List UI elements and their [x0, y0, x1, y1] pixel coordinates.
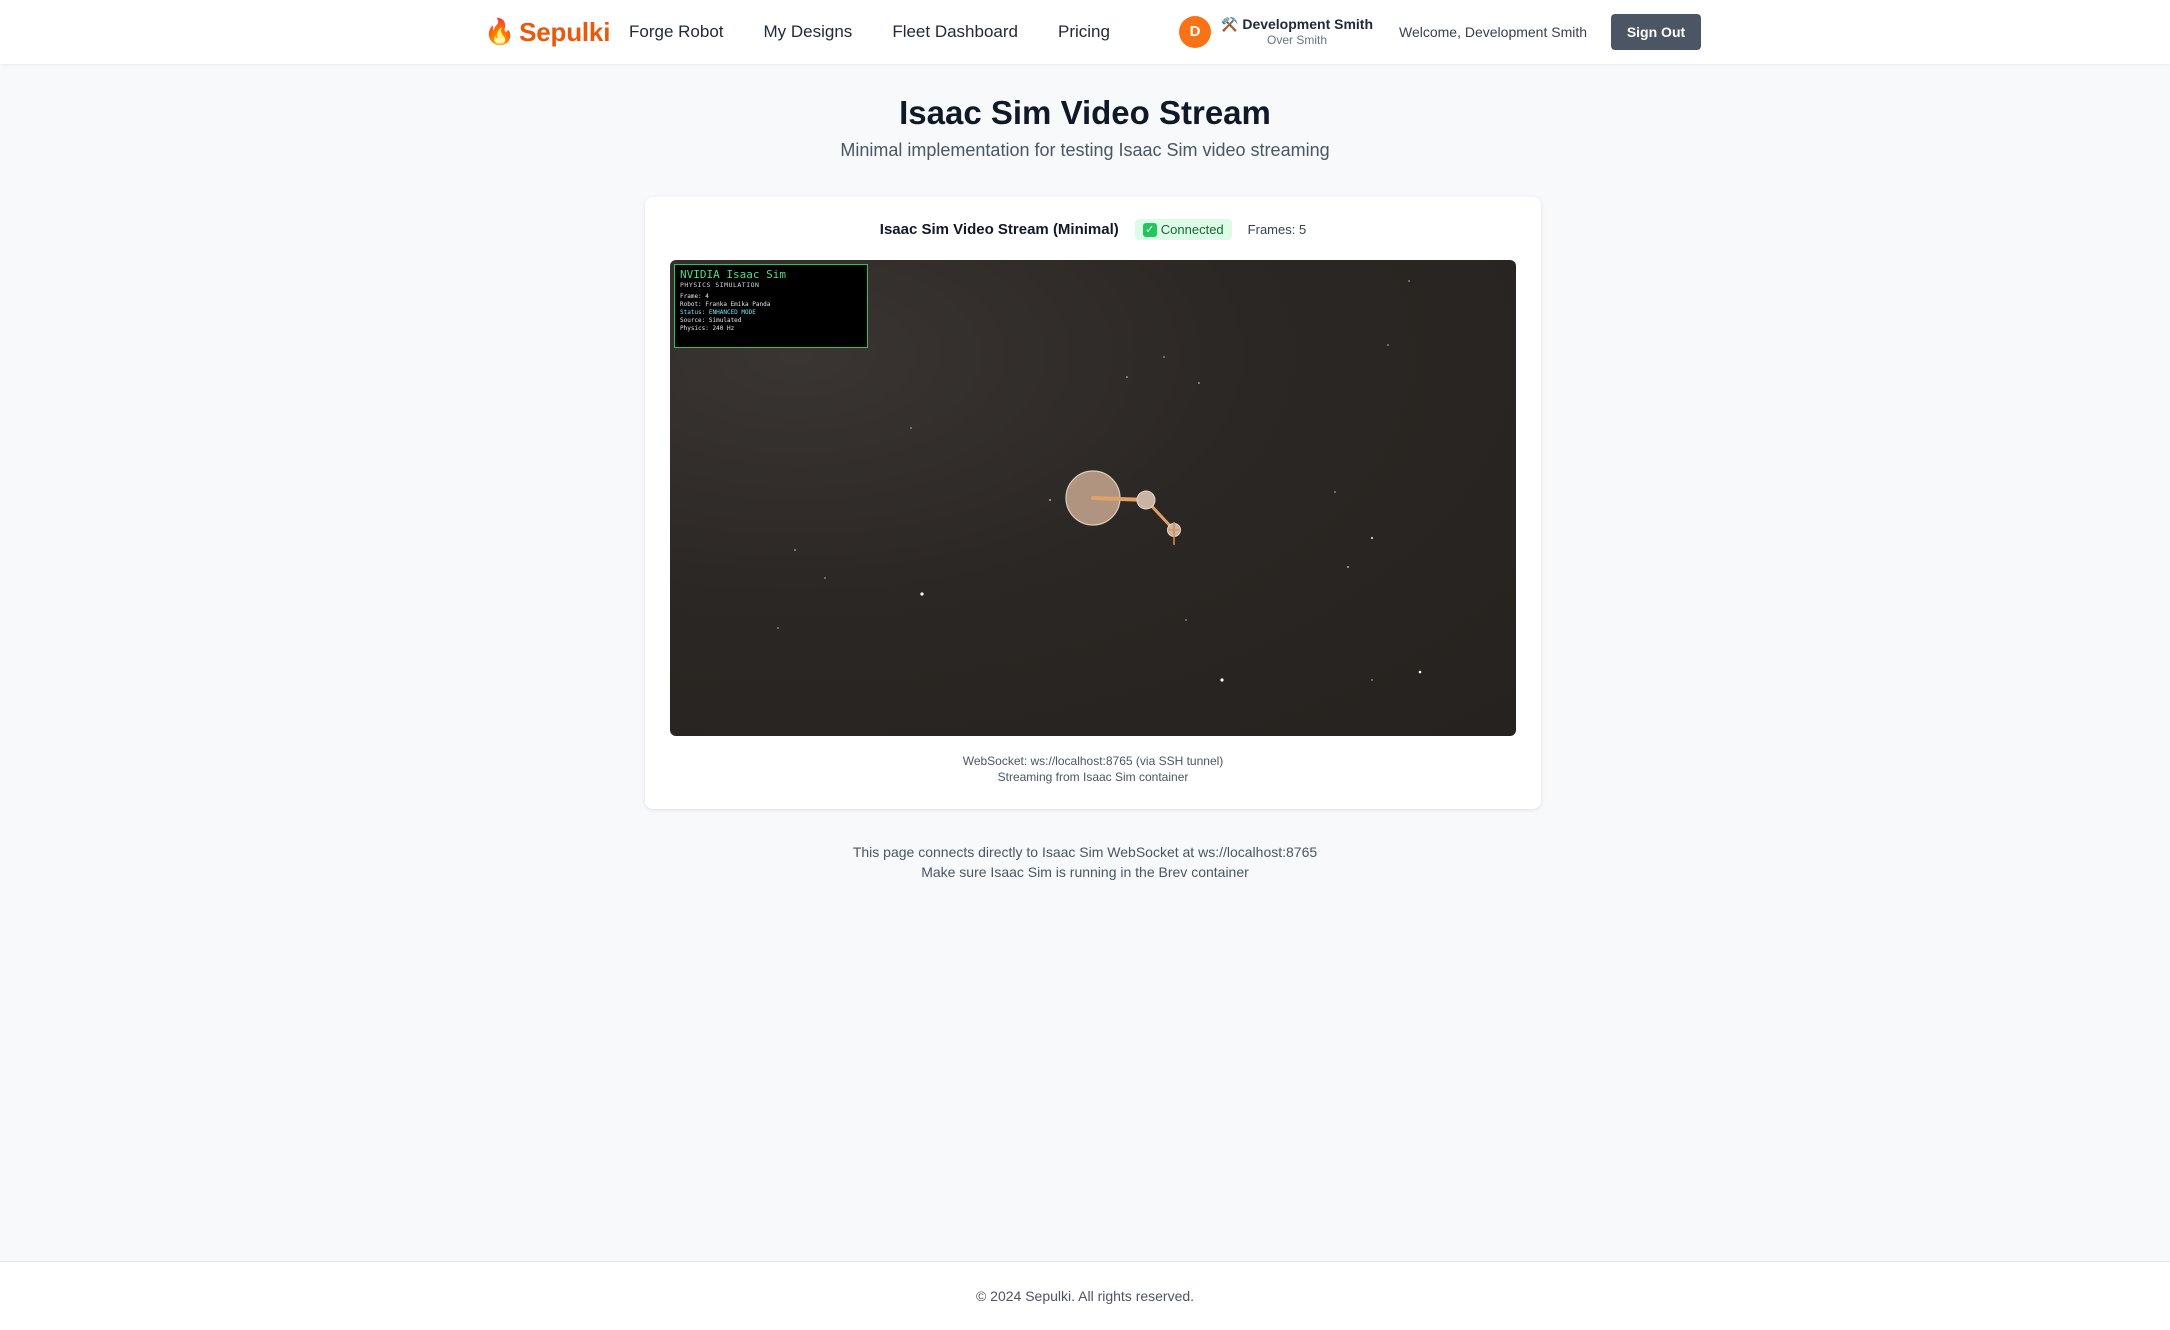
video-stream-card: Isaac Sim Video Stream (Minimal) ✓ Conne…: [645, 197, 1541, 809]
connection-note-line1: This page connects directly to Isaac Sim…: [852, 844, 1318, 860]
hammer-pick-icon: ⚒️: [1221, 16, 1239, 32]
brand-logo-link[interactable]: 🔥 Sepulki: [484, 14, 610, 50]
welcome-text: Welcome, Development Smith: [1399, 24, 1588, 40]
nav-fleet-dashboard[interactable]: Fleet Dashboard: [892, 20, 1018, 44]
overlay-source: Source: Simulated: [680, 317, 742, 324]
nav-forge-robot[interactable]: Forge Robot: [629, 20, 724, 44]
user-profile[interactable]: D ⚒️ Development Smith Over Smith: [1179, 15, 1373, 48]
robot-arm: [1065, 470, 1181, 545]
overlay-subtitle: PHYSICS SIMULATION: [680, 281, 760, 289]
status-badge: ✓ Connected: [1134, 219, 1232, 240]
overlay-physics: Physics: 240 Hz: [680, 325, 735, 332]
avatar: D: [1179, 15, 1211, 48]
connection-note-line2: Make sure Isaac Sim is running in the Br…: [921, 864, 1249, 880]
page-title: Isaac Sim Video Stream: [899, 94, 1271, 131]
websocket-info: WebSocket: ws://localhost:8765 (via SSH …: [962, 754, 1224, 768]
user-name-line: ⚒️ Development Smith: [1221, 15, 1373, 33]
stream-title: Isaac Sim Video Stream (Minimal): [879, 221, 1119, 238]
page-subtitle: Minimal implementation for testing Isaac…: [840, 140, 1330, 160]
overlay-title: NVIDIA Isaac Sim: [680, 268, 786, 281]
top-navbar: 🔥 Sepulki Forge Robot My Designs Fleet D…: [0, 0, 2170, 64]
user-info: ⚒️ Development Smith Over Smith: [1221, 15, 1373, 48]
overlay-robot: Robot: Franka Emika Panda: [680, 301, 771, 308]
nav-my-designs[interactable]: My Designs: [764, 20, 853, 44]
user-role: Over Smith: [1267, 33, 1328, 47]
page-footer: © 2024 Sepulki. All rights reserved.: [0, 1261, 2170, 1330]
brand-name: Sepulki: [519, 16, 611, 47]
video-canvas[interactable]: NVIDIA Isaac Sim PHYSICS SIMULATION Fram…: [670, 260, 1516, 736]
overlay-status: Status: ENHANCED MODE: [680, 309, 756, 316]
nav-pricing[interactable]: Pricing: [1058, 20, 1110, 44]
flame-icon: 🔥: [484, 17, 516, 46]
status-label: Connected: [1160, 222, 1224, 237]
streaming-info: Streaming from Isaac Sim container: [997, 770, 1189, 784]
main-nav: Forge Robot My Designs Fleet Dashboard P…: [629, 20, 1150, 44]
overlay-frame: Frame: 4: [680, 293, 709, 300]
connection-note: This page connects directly to Isaac Sim…: [0, 842, 2170, 882]
stream-header: Isaac Sim Video Stream (Minimal) ✓ Conne…: [645, 219, 1541, 240]
copyright-text: © 2024 Sepulki. All rights reserved.: [975, 1288, 1195, 1304]
sim-info-overlay: NVIDIA Isaac Sim PHYSICS SIMULATION Fram…: [674, 264, 868, 348]
check-icon: ✓: [1142, 222, 1157, 237]
frame-counter: Frames: 5: [1247, 222, 1307, 237]
user-name: Development Smith: [1242, 16, 1374, 32]
sign-out-button[interactable]: Sign Out: [1611, 14, 1701, 50]
stream-info: WebSocket: ws://localhost:8765 (via SSH …: [645, 753, 1541, 785]
